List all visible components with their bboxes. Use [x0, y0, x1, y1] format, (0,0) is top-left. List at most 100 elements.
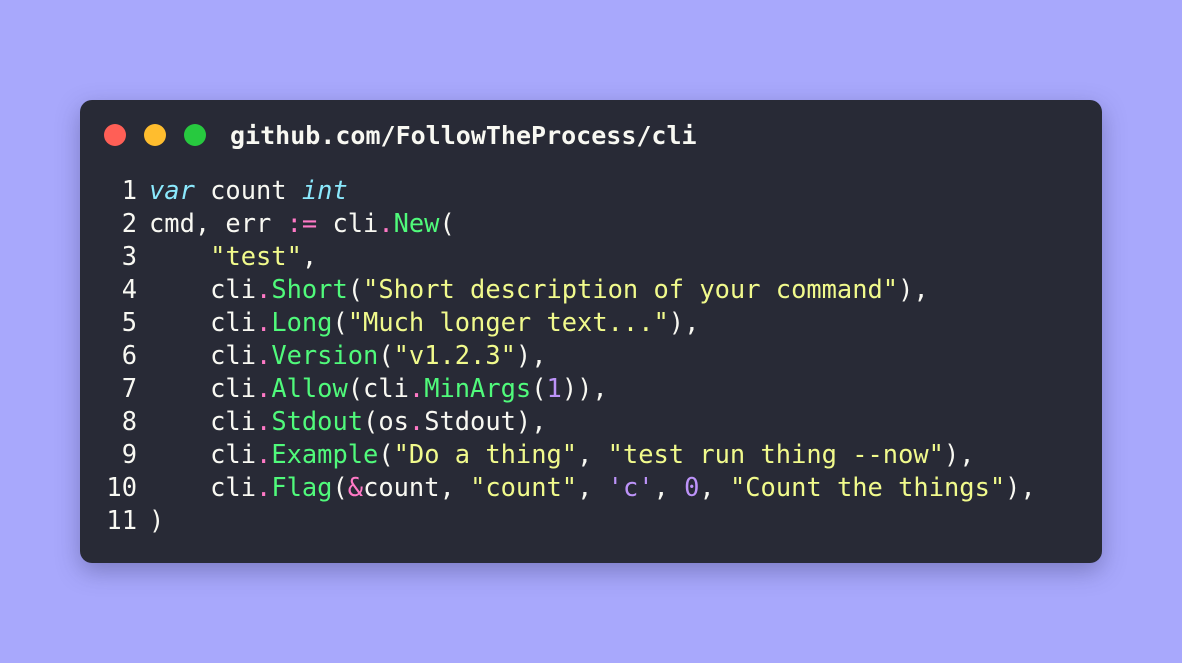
- code-token: 1: [546, 373, 562, 403]
- code-line: 10 cli.Flag(&count, "count", 'c', 0, "Co…: [80, 471, 1102, 504]
- code-token: "test": [210, 241, 302, 271]
- code-token: (: [332, 472, 348, 502]
- code-token: )),: [561, 373, 608, 403]
- code-line: 5 cli.Long("Much longer text..."),: [80, 306, 1102, 339]
- line-number: 2: [121, 208, 137, 238]
- maximize-button[interactable]: [184, 124, 206, 146]
- code-line: 6 cli.Version("v1.2.3"),: [80, 339, 1102, 372]
- close-button[interactable]: [104, 124, 126, 146]
- minimize-button[interactable]: [144, 124, 166, 146]
- code-token: "Do a thing": [393, 439, 578, 469]
- code-token: (: [378, 439, 394, 469]
- code-token: ),: [668, 307, 700, 337]
- code-line: 11): [80, 504, 1102, 537]
- code-token: .: [256, 340, 272, 370]
- code-token: .: [408, 406, 425, 436]
- line-number: 8: [121, 406, 137, 436]
- code-line: 1 var count int: [80, 174, 1102, 207]
- code-token: .: [256, 406, 272, 436]
- code-token: Long: [271, 307, 333, 337]
- code-token: "test run thing --now": [607, 439, 944, 469]
- code-token: ,: [577, 472, 608, 502]
- code-token: :=: [286, 208, 318, 238]
- code-token: var: [149, 175, 195, 205]
- code-token: "Count the things": [729, 472, 1006, 502]
- code-token: .: [256, 274, 272, 304]
- code-token: (: [332, 307, 348, 337]
- code-token: Allow: [271, 373, 348, 403]
- line-number: 7: [121, 373, 137, 403]
- line-number: 3: [121, 241, 137, 271]
- code-token: Example: [271, 439, 379, 469]
- code-token: (: [347, 274, 364, 304]
- code-block: 1 var count int 2 cmd, err := cli.New(3 "te…: [80, 174, 1102, 537]
- code-line: 2 cmd, err := cli.New(: [80, 207, 1102, 240]
- code-token: cli: [149, 472, 257, 502]
- code-line: 7 cli.Allow(cli.MinArgs(1)),: [80, 372, 1102, 405]
- code-token: cmd, err: [149, 208, 287, 238]
- line-source: var count int: [149, 174, 348, 207]
- code-token: count: [194, 175, 302, 205]
- line-source: cli.Stdout(os.Stdout),: [149, 405, 546, 438]
- line-source: cmd, err := cli.New(: [149, 207, 455, 240]
- line-source: ): [149, 504, 164, 537]
- line-number: 1: [121, 175, 137, 205]
- line-number: 4: [121, 274, 137, 304]
- code-token: cli: [149, 373, 257, 403]
- code-token: "v1.2.3": [393, 340, 516, 370]
- code-token: cli: [149, 340, 257, 370]
- code-token: cli: [149, 439, 257, 469]
- line-source: cli.Allow(cli.MinArgs(1)),: [149, 372, 608, 405]
- code-token: ),: [898, 274, 929, 304]
- code-token: Stdout),: [424, 406, 547, 436]
- code-token: (: [531, 373, 547, 403]
- code-token: Version: [271, 340, 379, 370]
- code-token: ),: [1005, 472, 1036, 502]
- code-token: .: [378, 208, 394, 238]
- code-token: .: [256, 307, 272, 337]
- line-source: cli.Flag(&count, "count", 'c', 0, "Count…: [149, 471, 1036, 504]
- code-token: cli: [317, 208, 379, 238]
- code-token: int: [301, 175, 348, 205]
- code-token: ): [149, 505, 165, 535]
- code-token: Flag: [271, 472, 333, 502]
- line-source: "test",: [149, 240, 317, 273]
- code-line: 4 cli.Short("Short description of your c…: [80, 273, 1102, 306]
- line-number: 11: [106, 505, 137, 535]
- line-source: cli.Long("Much longer text..."),: [149, 306, 699, 339]
- code-token: "count": [470, 472, 578, 502]
- code-token: "Much longer text...": [347, 307, 669, 337]
- code-token: &: [347, 472, 364, 502]
- line-source: cli.Short("Short description of your com…: [149, 273, 929, 306]
- code-token: ,: [653, 472, 685, 502]
- code-token: (: [439, 208, 455, 238]
- code-token: count,: [363, 472, 471, 502]
- line-source: cli.Version("v1.2.3"),: [149, 339, 546, 372]
- code-token: ,: [301, 241, 318, 271]
- code-token: cli: [149, 406, 257, 436]
- code-token: Short: [271, 274, 348, 304]
- window-titlebar: github.com/FollowTheProcess/cli: [80, 100, 1102, 170]
- code-token: (os: [363, 406, 409, 436]
- code-line: 3 "test",: [80, 240, 1102, 273]
- code-token: MinArgs: [424, 373, 532, 403]
- code-token: "Short description of your command": [363, 274, 899, 304]
- code-token: 'c': [607, 472, 654, 502]
- code-token: (: [378, 340, 394, 370]
- window-title: github.com/FollowTheProcess/cli: [230, 121, 697, 150]
- code-token: ),: [943, 439, 975, 469]
- code-token: .: [408, 373, 425, 403]
- code-token: .: [256, 373, 272, 403]
- line-number: 10: [106, 472, 137, 502]
- code-window: github.com/FollowTheProcess/cli 1 var cou…: [80, 100, 1102, 563]
- line-number: 5: [121, 307, 137, 337]
- code-token: .: [256, 439, 272, 469]
- code-token: ,: [699, 472, 730, 502]
- code-token: .: [256, 472, 272, 502]
- code-token: cli: [149, 274, 257, 304]
- line-number: 6: [121, 340, 137, 370]
- code-token: Stdout: [271, 406, 364, 436]
- code-token: cli: [149, 307, 257, 337]
- code-token: (cli: [347, 373, 409, 403]
